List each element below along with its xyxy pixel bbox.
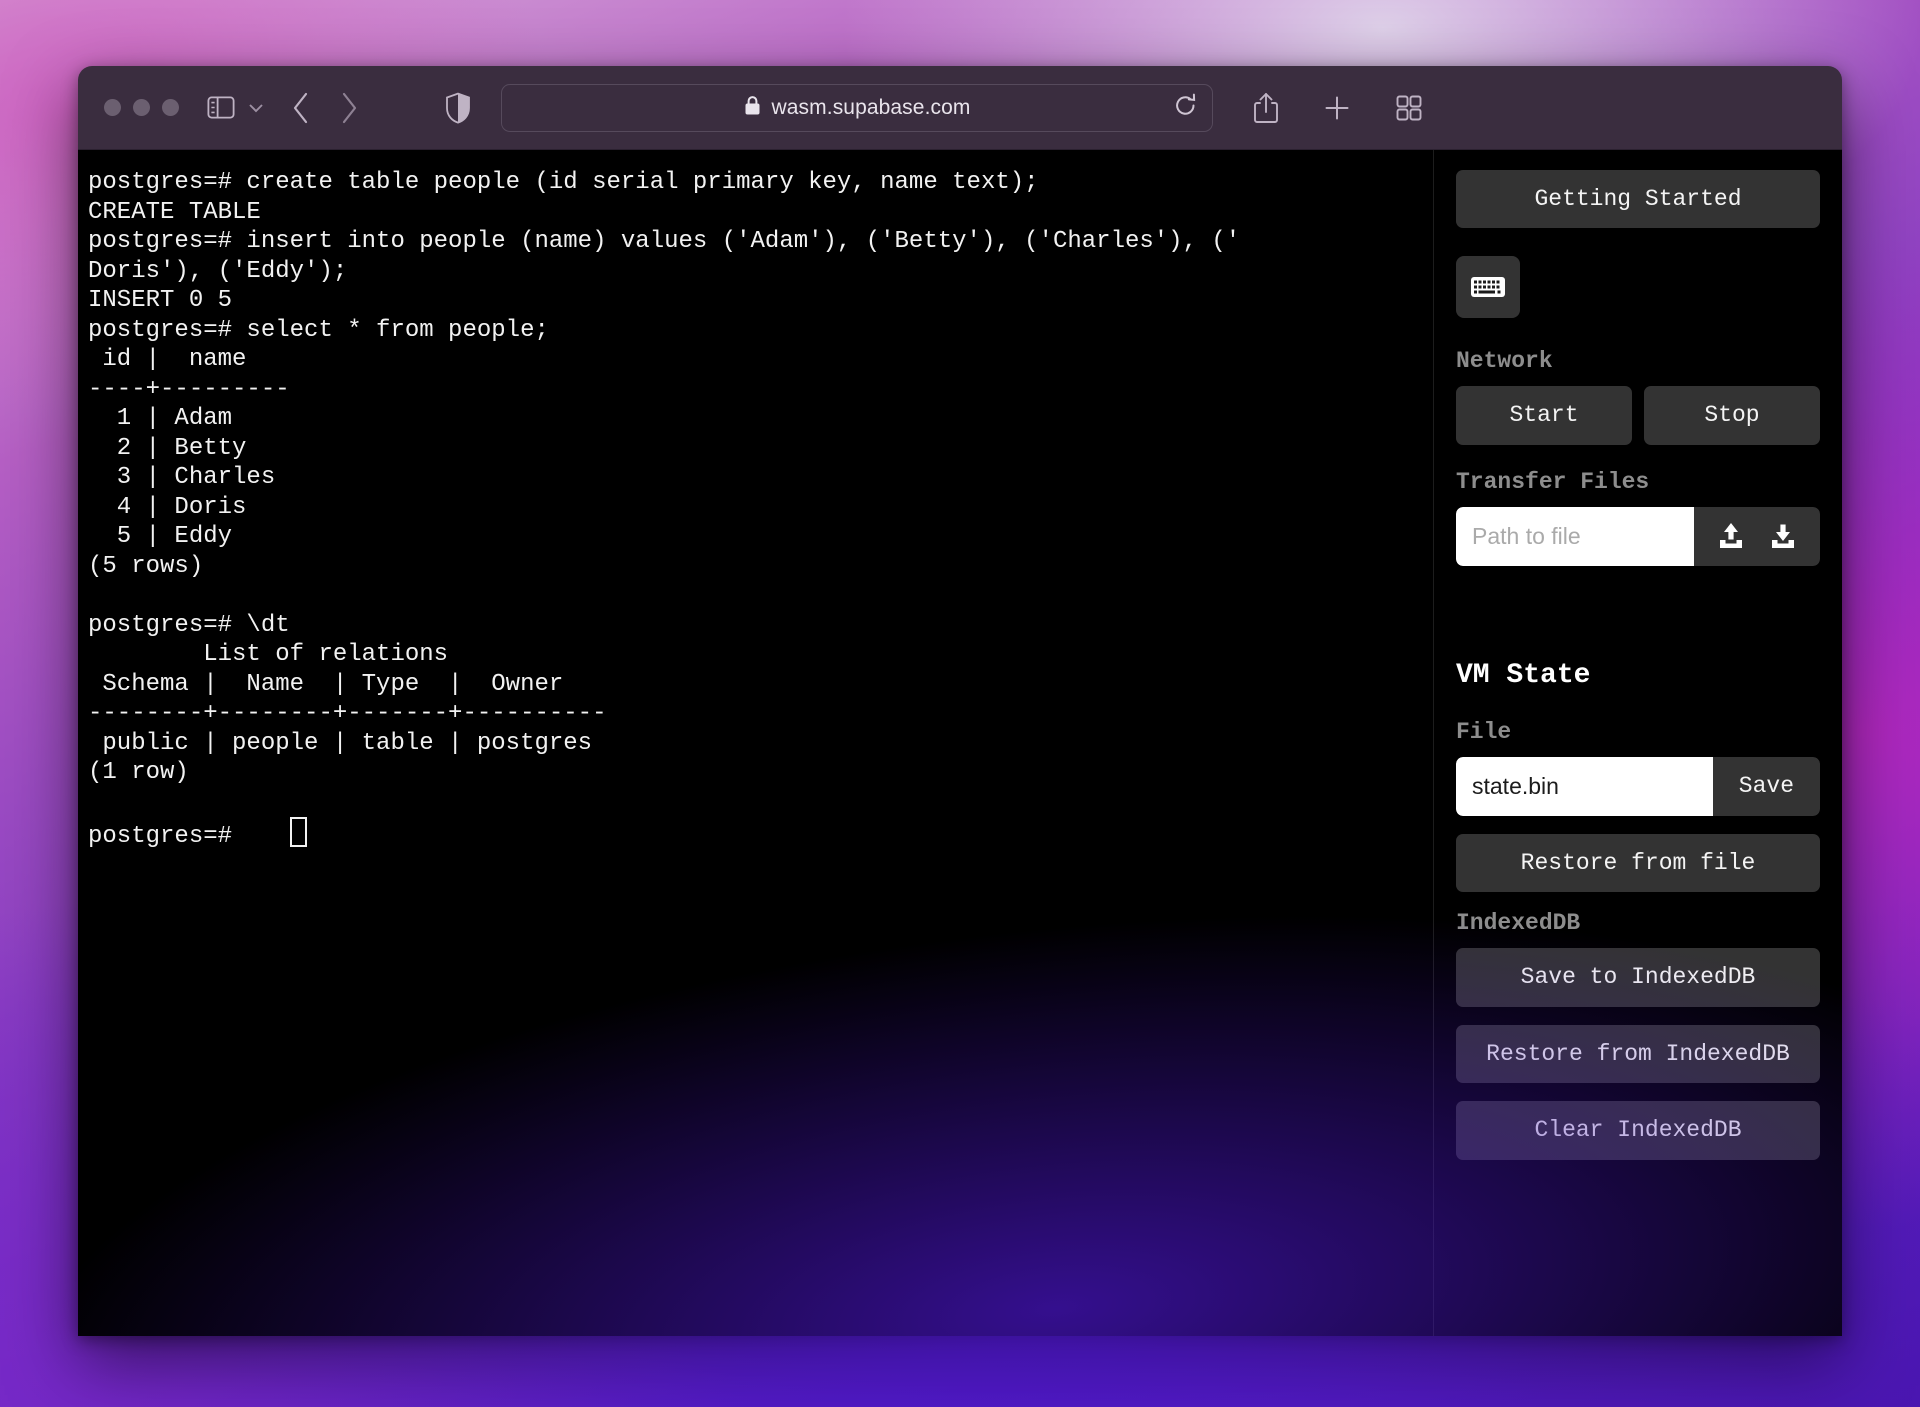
shield-icon[interactable] [445, 92, 471, 124]
vm-state-file-row: Save [1456, 756, 1820, 816]
transfer-files-section-label: Transfer Files [1456, 468, 1650, 495]
keyboard-icon[interactable] [1456, 256, 1520, 319]
upload-icon[interactable] [1716, 521, 1746, 551]
close-window-button[interactable] [104, 99, 121, 116]
network-section-label: Network [1456, 348, 1553, 375]
transfer-files-row [1456, 506, 1820, 566]
save-to-indexeddb-button[interactable]: Save to IndexedDB [1456, 948, 1820, 1007]
forward-arrow-icon[interactable] [339, 91, 359, 125]
url-display: wasm.supabase.com [744, 95, 971, 121]
vm-state-section-title: VM State [1456, 659, 1591, 691]
getting-started-button[interactable]: Getting Started [1456, 170, 1820, 229]
restore-from-indexeddb-button[interactable]: Restore from IndexedDB [1456, 1024, 1820, 1084]
terminal-emulator[interactable]: postgres=# create table people (id seria… [78, 150, 1434, 1336]
url-text: wasm.supabase.com [771, 95, 971, 119]
download-icon[interactable] [1768, 521, 1798, 551]
safari-browser-window: wasm.supabase.com postgres=# create tabl… [78, 66, 1842, 1336]
state-file-input[interactable] [1456, 756, 1713, 816]
minimize-window-button[interactable] [133, 99, 150, 116]
clear-indexeddb-button[interactable]: Clear IndexedDB [1456, 1101, 1820, 1160]
transfer-icon-group [1694, 506, 1820, 566]
save-state-button[interactable]: Save [1712, 756, 1820, 816]
toolbar-right-group [1253, 92, 1423, 124]
network-stop-button[interactable]: Stop [1644, 386, 1820, 445]
file-section-label: File [1456, 718, 1512, 745]
sidebar-toggle-icon[interactable] [207, 95, 235, 120]
restore-from-file-button[interactable]: Restore from file [1456, 833, 1820, 893]
terminal-output: postgres=# create table people (id seria… [88, 169, 1241, 850]
network-buttons-row: Start Stop [1456, 386, 1820, 445]
page-content: postgres=# create table people (id seria… [78, 150, 1842, 1336]
control-side-panel: Getting Started Network Start Stop Trans… [1434, 150, 1842, 1336]
network-start-button[interactable]: Start [1456, 386, 1632, 445]
desktop-wallpaper: wasm.supabase.com postgres=# create tabl… [0, 0, 1920, 1407]
reload-icon[interactable] [1173, 92, 1198, 124]
share-icon[interactable] [1253, 92, 1279, 124]
tab-overview-icon[interactable] [1395, 94, 1423, 122]
chevron-down-icon[interactable] [247, 101, 265, 114]
indexeddb-section-label: IndexedDB [1456, 910, 1581, 937]
browser-toolbar: wasm.supabase.com [78, 66, 1842, 150]
back-arrow-icon[interactable] [291, 91, 311, 125]
zoom-window-button[interactable] [162, 99, 179, 116]
new-tab-icon[interactable] [1323, 94, 1351, 122]
address-bar[interactable]: wasm.supabase.com [501, 83, 1213, 132]
file-path-input[interactable] [1456, 506, 1694, 566]
lock-icon [744, 95, 761, 121]
window-traffic-lights [104, 99, 179, 116]
terminal-cursor [289, 817, 307, 847]
